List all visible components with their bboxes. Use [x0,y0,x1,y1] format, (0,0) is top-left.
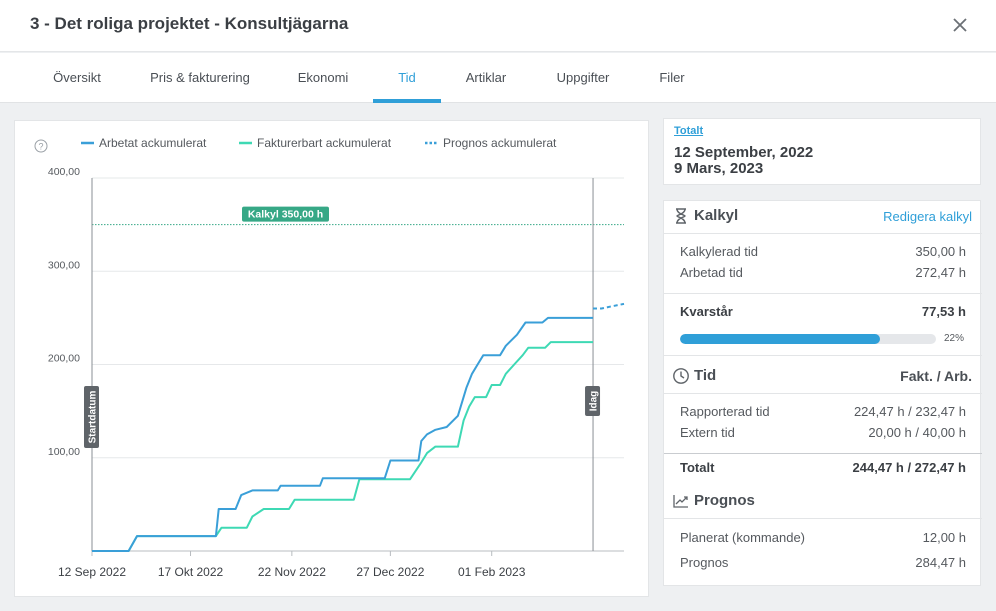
divider [664,355,982,356]
legend-label: Fakturerbart ackumulerat [257,136,392,150]
x-tick-label: 01 Feb 2023 [458,565,526,579]
svg-text:?: ? [38,142,43,152]
tab-oversikt[interactable]: Översikt [40,53,114,103]
row-value: 20,00 h / 40,00 h [868,425,966,440]
hourglass-icon [676,208,686,224]
legend-label: Prognos ackumulerat [443,136,557,150]
edit-kalkyl-link[interactable]: Redigera kalkyl [883,209,972,224]
today-marker-label: Idag [589,391,600,412]
kalkyl-label: Kalkyl 350,00 h [248,209,323,221]
prognos-series-line [593,302,625,310]
row-label: Rapporterad tid [680,404,770,419]
row-label: Kalkylerad tid [680,244,759,259]
kalkyl-progress-bar [680,334,936,344]
x-tick-label: 22 Nov 2022 [258,565,326,579]
tab-bar: Översikt Pris & fakturering Ekonomi Tid … [0,53,996,103]
tid-header: Tid Fakt. / Arb. [664,361,982,393]
start-date: 12 September, 2022 [674,144,814,161]
tid-title: Tid [694,367,717,384]
time-chart-card: ? Arbetat ackumulerat Fakturerbart ackumul… [14,120,649,597]
row-value: 284,47 h [915,555,966,570]
x-tick-label: 17 Okt 2022 [158,565,224,579]
divider [664,518,982,519]
clock-icon [673,368,689,384]
row-value: 12,00 h [922,530,966,545]
kvarstar-row: Kvarstår 77,53 h [680,304,966,322]
x-tick-label: 27 Dec 2022 [356,565,424,579]
legend-label: Arbetat ackumulerat [99,136,207,150]
divider [664,393,982,394]
close-icon[interactable] [947,12,973,38]
tab-uppgifter[interactable]: Uppgifter [544,53,622,103]
modal-header: 3 - Det roliga projektet - Konsultjägarn… [0,0,996,52]
x-tick-label: 12 Sep 2022 [58,565,126,579]
tab-artiklar[interactable]: Artiklar [454,53,518,103]
divider [664,293,982,294]
row-value: 350,00 h [915,244,966,259]
arbetat-series-line [92,316,593,552]
row-label: Totalt [680,460,715,475]
info-card: Kalkyl Redigera kalkyl Kalkylerad tid 35… [663,200,982,586]
period-card: Totalt 12 September, 2022 9 Mars, 2023 [663,118,981,185]
arbetad-tid-row: Arbetad tid 272,47 h [680,265,966,283]
tid-total-row: Totalt 244,47 h / 272,47 h [680,460,966,478]
help-icon[interactable]: ? [34,139,48,153]
end-date: 9 Mars, 2023 [674,160,764,177]
y-tick-label: 400,00 [48,166,80,178]
kalkyl-progress-percent: 22% [943,333,964,344]
divider [664,233,982,234]
row-label: Kvarstår [680,304,733,319]
row-value: 272,47 h [915,265,966,280]
y-tick-label: 300,00 [48,259,80,271]
kalkyl-title: Kalkyl [694,207,739,224]
kalkyl-progress-fill [680,334,880,344]
tab-ekonomi[interactable]: Ekonomi [286,53,360,103]
row-value: 224,47 h / 232,47 h [853,404,966,419]
kalkylerad-tid-row: Kalkylerad tid 350,00 h [680,244,966,262]
start-marker-label: Startdatum [88,391,99,444]
row-value: 77,53 h [921,304,966,319]
fakturerbart-series-line [92,341,593,552]
row-value: 244,47 h / 272,47 h [852,460,966,475]
row-label: Extern tid [680,425,735,440]
y-tick-label: 200,00 [48,353,80,365]
kalkyl-header: Kalkyl Redigera kalkyl [664,201,982,233]
time-chart: ? Arbetat ackumulerat Fakturerbart ackumul… [34,136,625,579]
tab-filer[interactable]: Filer [648,53,696,103]
trend-chart-icon [673,495,688,508]
row-label: Planerat (kommande) [680,530,805,545]
planerat-row: Planerat (kommande) 12,00 h [680,530,966,548]
rapporterad-tid-row: Rapporterad tid 224,47 h / 232,47 h [680,404,966,422]
tid-columns-label: Fakt. / Arb. [900,368,972,384]
prognos-title: Prognos [694,492,755,509]
divider [664,453,982,454]
page-title: 3 - Det roliga projektet - Konsultjägarn… [30,14,349,33]
tab-pris-fakturering[interactable]: Pris & fakturering [138,53,262,103]
extern-tid-row: Extern tid 20,00 h / 40,00 h [680,425,966,443]
prognos-header: Prognos [664,486,982,518]
prognos-row: Prognos 284,47 h [680,555,966,573]
row-label: Prognos [680,555,729,570]
totalt-link[interactable]: Totalt [674,125,703,137]
tab-tid[interactable]: Tid [373,53,441,103]
y-tick-label: 100,00 [48,446,80,458]
row-label: Arbetad tid [680,265,743,280]
